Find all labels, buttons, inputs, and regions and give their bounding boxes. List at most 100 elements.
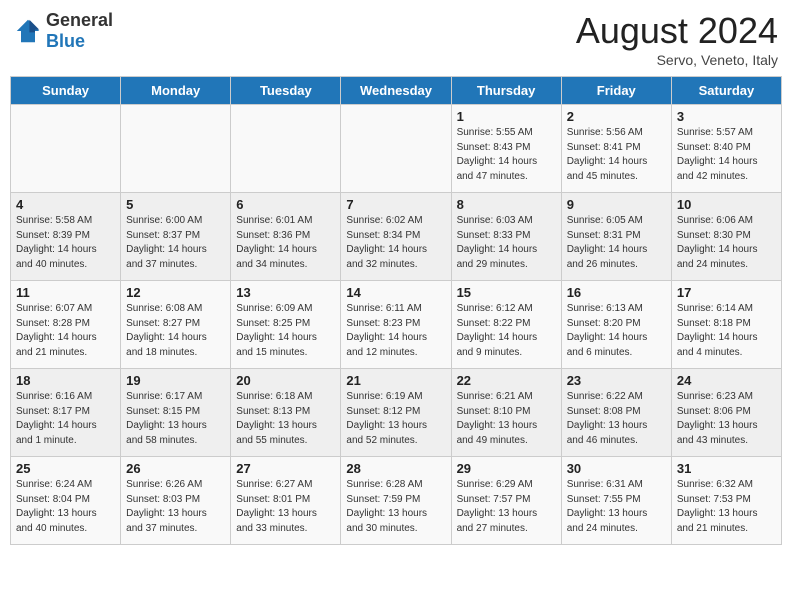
calendar-day-cell: 31Sunrise: 6:32 AM Sunset: 7:53 PM Dayli… [671,457,781,545]
day-info: Sunrise: 6:01 AM Sunset: 8:36 PM Dayligh… [236,214,335,272]
logo-icon [14,17,42,45]
calendar-day-cell [11,105,121,193]
calendar-day-cell: 4 Sunrise: 5:58 AM Sunset: 8:39 PM Daylig… [11,193,121,281]
day-number: 29 [457,461,556,476]
calendar-day-cell: 14 Sunrise: 6:11 AM Sunset: 8:23 PM Dayli… [341,281,451,369]
day-info: Sunrise: 6:19 AM Sunset: 8:12 PM Dayligh… [346,390,445,448]
calendar-day-cell: 2 Sunrise: 5:56 AM Sunset: 8:41 PM Daylig… [561,105,671,193]
day-info: Sunrise: 6:28 AM Sunset: 7:59 PM Dayligh… [346,478,445,536]
day-number: 28 [346,461,445,476]
day-number: 16 [567,285,666,300]
calendar-day-cell: 24 Sunrise: 6:23 AM Sunset: 8:06 PM Dayli… [671,369,781,457]
calendar-day-cell: 21 Sunrise: 6:19 AM Sunset: 8:12 PM Dayli… [341,369,451,457]
calendar-day-cell: 17 Sunrise: 6:14 AM Sunset: 8:18 PM Dayli… [671,281,781,369]
day-number: 4 [16,197,115,212]
calendar-header-row: SundayMondayTuesdayWednesdayThursdayFrid… [11,77,782,105]
calendar-day-cell: 29 Sunrise: 6:29 AM Sunset: 7:57 PM Dayli… [451,457,561,545]
calendar-day-cell: 9Sunrise: 6:05 AM Sunset: 8:31 PM Daylig… [561,193,671,281]
day-number: 26 [126,461,225,476]
calendar-day-cell [121,105,231,193]
day-number: 18 [16,373,115,388]
day-number: 23 [567,373,666,388]
calendar-day-cell: 27Sunrise: 6:27 AM Sunset: 8:01 PM Dayli… [231,457,341,545]
calendar-day-cell: 15Sunrise: 6:12 AM Sunset: 8:22 PM Dayli… [451,281,561,369]
day-number: 1 [457,109,556,124]
day-info: Sunrise: 6:31 AM Sunset: 7:55 PM Dayligh… [567,478,666,536]
calendar-day-cell: 19 Sunrise: 6:17 AM Sunset: 8:15 PM Dayli… [121,369,231,457]
calendar-day-cell: 25Sunrise: 6:24 AM Sunset: 8:04 PM Dayli… [11,457,121,545]
day-info: Sunrise: 6:03 AM Sunset: 8:33 PM Dayligh… [457,214,556,272]
day-number: 14 [346,285,445,300]
calendar-day-cell: 18 Sunrise: 6:16 AM Sunset: 8:17 PM Dayli… [11,369,121,457]
calendar-day-cell: 7 Sunrise: 6:02 AM Sunset: 8:34 PM Daylig… [341,193,451,281]
day-info: Sunrise: 6:24 AM Sunset: 8:04 PM Dayligh… [16,478,115,536]
day-of-week-header: Thursday [451,77,561,105]
calendar-day-cell: 3 Sunrise: 5:57 AM Sunset: 8:40 PM Daylig… [671,105,781,193]
calendar-day-cell: 1Sunrise: 5:55 AM Sunset: 8:43 PM Daylig… [451,105,561,193]
calendar-day-cell: 11 Sunrise: 6:07 AM Sunset: 8:28 PM Dayli… [11,281,121,369]
day-info: Sunrise: 6:18 AM Sunset: 8:13 PM Dayligh… [236,390,335,448]
calendar-day-cell: 26 Sunrise: 6:26 AM Sunset: 8:03 PM Dayli… [121,457,231,545]
day-info: Sunrise: 6:06 AM Sunset: 8:30 PM Dayligh… [677,214,776,272]
calendar-day-cell: 13Sunrise: 6:09 AM Sunset: 8:25 PM Dayli… [231,281,341,369]
day-info: Sunrise: 5:57 AM Sunset: 8:40 PM Dayligh… [677,126,776,184]
day-info: Sunrise: 6:05 AM Sunset: 8:31 PM Dayligh… [567,214,666,272]
day-info: Sunrise: 6:21 AM Sunset: 8:10 PM Dayligh… [457,390,556,448]
day-number: 6 [236,197,335,212]
day-info: Sunrise: 6:11 AM Sunset: 8:23 PM Dayligh… [346,302,445,360]
day-number: 19 [126,373,225,388]
day-info: Sunrise: 5:58 AM Sunset: 8:39 PM Dayligh… [16,214,115,272]
day-of-week-header: Friday [561,77,671,105]
day-info: Sunrise: 6:14 AM Sunset: 8:18 PM Dayligh… [677,302,776,360]
calendar-week-row: 18 Sunrise: 6:16 AM Sunset: 8:17 PM Dayli… [11,369,782,457]
day-number: 10 [677,197,776,212]
day-of-week-header: Tuesday [231,77,341,105]
calendar-day-cell: 8 Sunrise: 6:03 AM Sunset: 8:33 PM Daylig… [451,193,561,281]
day-number: 21 [346,373,445,388]
logo-blue: Blue [46,31,85,51]
day-number: 17 [677,285,776,300]
logo-general: General [46,10,113,30]
calendar-week-row: 1Sunrise: 5:55 AM Sunset: 8:43 PM Daylig… [11,105,782,193]
day-number: 24 [677,373,776,388]
day-info: Sunrise: 6:12 AM Sunset: 8:22 PM Dayligh… [457,302,556,360]
day-info: Sunrise: 6:26 AM Sunset: 8:03 PM Dayligh… [126,478,225,536]
day-info: Sunrise: 6:13 AM Sunset: 8:20 PM Dayligh… [567,302,666,360]
day-info: Sunrise: 6:09 AM Sunset: 8:25 PM Dayligh… [236,302,335,360]
calendar-day-cell [231,105,341,193]
day-info: Sunrise: 6:29 AM Sunset: 7:57 PM Dayligh… [457,478,556,536]
month-year-title: August 2024 [576,10,778,52]
location-subtitle: Servo, Veneto, Italy [576,52,778,68]
day-info: Sunrise: 6:27 AM Sunset: 8:01 PM Dayligh… [236,478,335,536]
calendar-day-cell: 12 Sunrise: 6:08 AM Sunset: 8:27 PM Dayli… [121,281,231,369]
calendar-day-cell: 6 Sunrise: 6:01 AM Sunset: 8:36 PM Daylig… [231,193,341,281]
calendar-week-row: 4 Sunrise: 5:58 AM Sunset: 8:39 PM Daylig… [11,193,782,281]
calendar-week-row: 25Sunrise: 6:24 AM Sunset: 8:04 PM Dayli… [11,457,782,545]
day-info: Sunrise: 6:08 AM Sunset: 8:27 PM Dayligh… [126,302,225,360]
title-block: August 2024 Servo, Veneto, Italy [576,10,778,68]
day-info: Sunrise: 6:32 AM Sunset: 7:53 PM Dayligh… [677,478,776,536]
day-info: Sunrise: 6:22 AM Sunset: 8:08 PM Dayligh… [567,390,666,448]
calendar-day-cell: 22 Sunrise: 6:21 AM Sunset: 8:10 PM Dayli… [451,369,561,457]
day-info: Sunrise: 6:17 AM Sunset: 8:15 PM Dayligh… [126,390,225,448]
day-number: 30 [567,461,666,476]
calendar-day-cell: 28 Sunrise: 6:28 AM Sunset: 7:59 PM Dayli… [341,457,451,545]
day-of-week-header: Monday [121,77,231,105]
day-info: Sunrise: 6:02 AM Sunset: 8:34 PM Dayligh… [346,214,445,272]
day-number: 3 [677,109,776,124]
day-of-week-header: Wednesday [341,77,451,105]
day-info: Sunrise: 5:56 AM Sunset: 8:41 PM Dayligh… [567,126,666,184]
day-number: 12 [126,285,225,300]
calendar-day-cell: 30 Sunrise: 6:31 AM Sunset: 7:55 PM Dayli… [561,457,671,545]
day-number: 7 [346,197,445,212]
day-info: Sunrise: 6:07 AM Sunset: 8:28 PM Dayligh… [16,302,115,360]
day-info: Sunrise: 6:16 AM Sunset: 8:17 PM Dayligh… [16,390,115,448]
calendar-day-cell [341,105,451,193]
day-number: 22 [457,373,556,388]
day-info: Sunrise: 6:23 AM Sunset: 8:06 PM Dayligh… [677,390,776,448]
day-of-week-header: Sunday [11,77,121,105]
calendar-table: SundayMondayTuesdayWednesdayThursdayFrid… [10,76,782,545]
day-number: 2 [567,109,666,124]
day-number: 11 [16,285,115,300]
day-number: 8 [457,197,556,212]
